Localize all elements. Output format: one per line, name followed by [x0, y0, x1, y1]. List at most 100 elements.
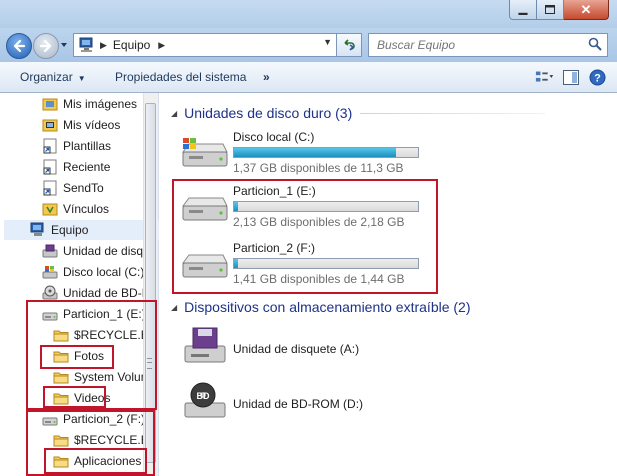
computer-icon — [30, 222, 44, 236]
drive-item[interactable]: Particion_1 (E:) 2,13 GB disponibles de 2… — [179, 184, 599, 232]
drive-item[interactable]: Disco local (C:) 1,37 GB disponibles de 1… — [179, 130, 599, 178]
search-box[interactable] — [368, 33, 608, 57]
folder-icon — [53, 393, 69, 405]
hard-drives-group-header[interactable]: ◢ Unidades de disco duro (3) — [171, 105, 546, 121]
drive-icon — [42, 312, 58, 321]
drive-item[interactable]: Particion_2 (F:) 1,41 GB disponibles de 1… — [179, 241, 599, 289]
drive-usage-bar — [233, 147, 419, 158]
pictures-folder-icon — [42, 98, 58, 111]
nav-item[interactable]: Unidad de BD-ROM — [42, 283, 143, 303]
nav-item-label: Mis imágenes — [63, 97, 138, 111]
nav-item-label: Unidad de BD-ROM — [63, 286, 143, 300]
nav-item[interactable]: System Volume Information — [53, 367, 143, 387]
drive-name: Particion_2 (F:) — [233, 241, 316, 255]
maximize-button[interactable] — [537, 0, 564, 20]
device-name: Unidad de BD-ROM (D:) — [233, 397, 364, 411]
breadcrumb-equipo[interactable]: Equipo — [113, 38, 150, 52]
nav-item-label: Videos — [74, 391, 111, 405]
title-bar: ▁ ✕ — [0, 0, 617, 28]
nav-item-label: Equipo — [51, 223, 89, 237]
view-options-icon — [535, 71, 554, 82]
nav-item-label: System Volume Information — [74, 370, 143, 384]
device-item[interactable]: BD Unidad de BD-ROM (D:) — [179, 381, 599, 425]
removable-group-header[interactable]: ◢ Dispositivos con almacenamiento extraí… — [171, 299, 471, 315]
search-icon[interactable] — [588, 37, 602, 51]
drive-usage-bar — [233, 258, 419, 269]
address-bar[interactable]: ▶ Equipo ▶ ▼ — [73, 33, 337, 57]
nav-item-label: $RECYCLE.BIN — [74, 433, 143, 447]
hard-drives-header-label: Unidades de disco duro (3) — [184, 105, 353, 121]
drive-free-space: 2,13 GB disponibles de 2,18 GB — [233, 215, 405, 229]
breadcrumb-chevron-icon[interactable]: ▶ — [158, 40, 165, 51]
refresh-button[interactable] — [336, 33, 362, 57]
drive-usage-bar — [233, 201, 419, 212]
nav-item[interactable]: Unidad de disquete — [42, 241, 143, 261]
system-properties-button[interactable]: Propiedades del sistema — [115, 70, 246, 84]
close-icon: ✕ — [580, 2, 592, 17]
nav-item[interactable]: Aplicaciones — [53, 451, 143, 471]
minimize-icon: ▁ — [518, 3, 528, 15]
nav-item[interactable]: Videos — [53, 388, 143, 408]
drive-icon — [182, 197, 228, 221]
nav-item[interactable]: Particion_2 (F:) — [42, 409, 143, 429]
nav-item[interactable]: Vínculos — [42, 199, 143, 219]
maximize-icon — [545, 5, 555, 14]
nav-item-label: Vínculos — [63, 202, 110, 216]
nav-item[interactable]: Fotos — [53, 346, 143, 366]
folder-icon — [53, 372, 69, 384]
close-button[interactable]: ✕ — [564, 0, 609, 20]
organize-button[interactable]: Organizar ▼ — [20, 70, 86, 84]
window-controls: ▁ ✕ — [509, 0, 609, 20]
back-button[interactable] — [6, 33, 32, 59]
nav-item[interactable]: Disco local (C:) — [42, 262, 143, 282]
back-arrow-icon — [13, 39, 26, 53]
nav-scrollbar[interactable] — [143, 93, 158, 476]
removable-header-label: Dispositivos con almacenamiento extraíbl… — [184, 299, 471, 315]
scrollbar-thumb[interactable] — [145, 103, 156, 463]
nav-item-label: Particion_1 (E:) — [63, 307, 143, 321]
address-history-dropdown-icon[interactable]: ▼ — [323, 37, 332, 47]
nav-item[interactable]: Particion_1 (E:) — [42, 304, 143, 324]
more-commands-button[interactable]: » — [263, 70, 270, 84]
minimize-button[interactable]: ▁ — [509, 0, 537, 20]
search-input[interactable] — [375, 37, 579, 53]
drive-icon — [42, 417, 58, 426]
device-item[interactable]: Unidad de disquete (A:) — [179, 326, 599, 370]
scrollbar-grip-icon — [147, 358, 152, 369]
collapse-triangle-icon[interactable]: ◢ — [171, 303, 177, 312]
floppy-drive-icon — [184, 327, 226, 363]
drive-icon — [182, 254, 228, 278]
content-area: ◢ Unidades de disco duro (3) Disco local… — [159, 93, 617, 476]
refresh-icon — [344, 39, 355, 51]
nav-item[interactable]: Reciente — [42, 157, 143, 177]
windows-drive-icon — [182, 138, 228, 167]
group-divider — [360, 112, 546, 114]
nav-item[interactable]: $RECYCLE.BIN — [53, 325, 143, 345]
navigation-pane[interactable]: Mis imágenes Mis vídeos Plantillas Reciente… — [0, 93, 169, 476]
help-button[interactable]: ? — [587, 67, 607, 87]
system-properties-label: Propiedades del sistema — [115, 70, 247, 84]
recent-pages-dropdown-icon[interactable] — [60, 40, 68, 50]
organize-label: Organizar — [20, 70, 73, 84]
nav-item-label: $RECYCLE.BIN — [74, 328, 143, 342]
device-name: Unidad de disquete (A:) — [233, 342, 360, 356]
drive-usage-fill — [234, 148, 396, 157]
computer-icon — [79, 37, 93, 52]
collapse-triangle-icon[interactable]: ◢ — [171, 109, 177, 118]
bd-rom-drive-icon: BD — [184, 382, 226, 418]
view-controls: ? — [535, 67, 607, 87]
chevron-down-icon: ▼ — [77, 74, 86, 83]
nav-item[interactable]: SendTo — [42, 178, 143, 198]
shortcut-icon — [43, 138, 57, 154]
folder-icon — [53, 435, 69, 447]
forward-button[interactable] — [33, 33, 59, 59]
nav-item-label: Mis vídeos — [63, 118, 121, 132]
preview-pane-button[interactable] — [561, 67, 581, 87]
nav-item[interactable]: Mis imágenes — [42, 94, 143, 114]
nav-item-label: Aplicaciones — [74, 454, 142, 468]
change-view-button[interactable] — [535, 67, 555, 87]
breadcrumb-chevron-icon[interactable]: ▶ — [100, 40, 107, 51]
nav-item[interactable]: Plantillas — [42, 136, 143, 156]
nav-item[interactable]: $RECYCLE.BIN — [53, 430, 143, 450]
nav-item[interactable]: Mis vídeos — [42, 115, 143, 135]
